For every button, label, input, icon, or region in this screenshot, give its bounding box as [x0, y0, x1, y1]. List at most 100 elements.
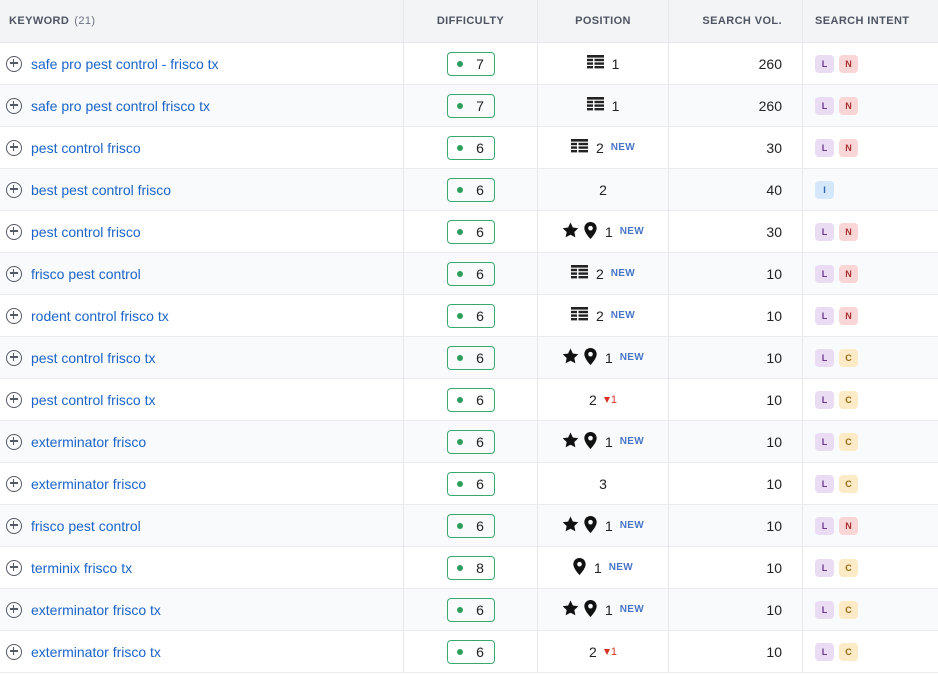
intent-badge-n: N — [839, 306, 858, 325]
search-volume-cell: 10 — [669, 505, 803, 547]
keyword-link[interactable]: safe pro pest control frisco tx — [31, 98, 210, 114]
keyword-cell: frisco pest control — [0, 505, 404, 547]
position-value: 2 — [589, 643, 597, 660]
add-keyword-icon[interactable] — [6, 97, 22, 114]
add-keyword-icon[interactable] — [6, 265, 22, 282]
keyword-link[interactable]: terminix frisco tx — [31, 560, 132, 576]
search-intent-cell: LN — [803, 85, 938, 127]
difficulty-badge: 6 — [446, 177, 495, 202]
search-volume-cell: 10 — [669, 421, 803, 463]
star-icon — [562, 348, 579, 367]
difficulty-cell: 6 — [404, 169, 538, 211]
header-keyword[interactable]: KEYWORD (21) — [0, 0, 404, 43]
keyword-link[interactable]: exterminator frisco — [31, 434, 146, 450]
keyword-link[interactable]: pest control frisco tx — [31, 350, 156, 366]
add-keyword-icon[interactable] — [6, 601, 22, 618]
difficulty-cell: 6 — [404, 631, 538, 673]
difficulty-badge: 6 — [446, 471, 495, 496]
position-value: 2 — [595, 307, 604, 324]
star-icon — [562, 432, 579, 451]
keywords-table: KEYWORD (21) DIFFICULTY POSITION SEARCH … — [0, 0, 938, 673]
keyword-link[interactable]: exterminator frisco tx — [31, 602, 161, 618]
add-keyword-icon[interactable] — [6, 433, 22, 450]
position-value: 3 — [599, 475, 607, 492]
header-keyword-label: KEYWORD — [9, 15, 70, 27]
keyword-link[interactable]: exterminator frisco — [31, 476, 146, 492]
add-keyword-icon[interactable] — [6, 55, 22, 72]
new-badge: NEW — [619, 436, 645, 447]
keyword-cell: pest control frisco tx — [0, 337, 404, 379]
difficulty-dot-icon — [457, 270, 464, 277]
position-cell: 2 — [538, 169, 669, 211]
header-search-volume[interactable]: SEARCH VOL. — [669, 0, 803, 43]
list-icon — [586, 55, 604, 72]
intent-badge-c: C — [839, 642, 858, 661]
difficulty-dot-icon — [457, 648, 464, 655]
search-volume-cell: 260 — [669, 43, 803, 85]
intent-badge-l: L — [815, 474, 834, 493]
position-value: 1 — [611, 55, 620, 72]
intent-badge-l: L — [815, 54, 834, 73]
intent-badge-l: L — [815, 600, 834, 619]
intent-badge-l: L — [815, 558, 834, 577]
search-intent-cell: LC — [803, 631, 938, 673]
position-cell: 1 — [538, 85, 669, 127]
position-cell: 1 NEW — [538, 211, 669, 253]
position-value: 1 — [604, 517, 613, 534]
intent-badge-l: L — [815, 348, 834, 367]
difficulty-badge: 8 — [446, 555, 495, 580]
difficulty-badge: 6 — [446, 345, 495, 370]
intent-badge-n: N — [839, 222, 858, 241]
search-volume-cell: 10 — [669, 589, 803, 631]
difficulty-cell: 6 — [404, 505, 538, 547]
header-search-intent[interactable]: SEARCH INTENT — [803, 0, 938, 43]
serp-features — [573, 557, 586, 578]
difficulty-badge: 6 — [446, 303, 495, 328]
position-value: 1 — [604, 223, 613, 240]
difficulty-cell: 6 — [404, 337, 538, 379]
difficulty-dot-icon — [457, 102, 464, 109]
keyword-link[interactable]: exterminator frisco tx — [31, 644, 161, 660]
keyword-link[interactable]: rodent control frisco tx — [31, 308, 169, 324]
keyword-link[interactable]: pest control frisco — [31, 224, 141, 240]
add-keyword-icon[interactable] — [6, 349, 22, 366]
header-difficulty[interactable]: DIFFICULTY — [404, 0, 538, 43]
position-cell: 1 NEW — [538, 421, 669, 463]
difficulty-dot-icon — [457, 354, 464, 361]
keyword-cell: frisco pest control — [0, 253, 404, 295]
keyword-link[interactable]: frisco pest control — [31, 518, 141, 534]
header-position[interactable]: POSITION — [538, 0, 669, 43]
intent-badge-c: C — [839, 432, 858, 451]
difficulty-cell: 6 — [404, 211, 538, 253]
star-icon — [562, 516, 579, 535]
difficulty-cell: 6 — [404, 253, 538, 295]
keyword-cell: safe pro pest control frisco tx — [0, 85, 404, 127]
list-icon — [570, 139, 588, 156]
add-keyword-icon[interactable] — [6, 307, 22, 324]
keyword-link[interactable]: frisco pest control — [31, 266, 141, 282]
add-keyword-icon[interactable] — [6, 643, 22, 660]
pin-icon — [584, 347, 597, 368]
serp-features — [570, 307, 588, 324]
add-keyword-icon[interactable] — [6, 517, 22, 534]
add-keyword-icon[interactable] — [6, 223, 22, 240]
add-keyword-icon[interactable] — [6, 559, 22, 576]
keyword-link[interactable]: pest control frisco — [31, 140, 141, 156]
difficulty-value: 6 — [476, 307, 484, 324]
add-keyword-icon[interactable] — [6, 391, 22, 408]
add-keyword-icon[interactable] — [6, 475, 22, 492]
serp-features — [586, 55, 604, 72]
pin-icon — [573, 557, 586, 578]
difficulty-badge: 7 — [446, 93, 495, 118]
add-keyword-icon[interactable] — [6, 139, 22, 156]
keyword-link[interactable]: safe pro pest control - frisco tx — [31, 56, 219, 72]
add-keyword-icon[interactable] — [6, 181, 22, 198]
new-badge: NEW — [619, 226, 645, 237]
intent-badge-l: L — [815, 264, 834, 283]
keyword-link[interactable]: best pest control frisco — [31, 182, 171, 198]
keyword-link[interactable]: pest control frisco tx — [31, 392, 156, 408]
intent-badge-l: L — [815, 390, 834, 409]
header-keyword-count: (21) — [74, 15, 96, 27]
difficulty-cell: 6 — [404, 589, 538, 631]
search-intent-cell: LC — [803, 421, 938, 463]
